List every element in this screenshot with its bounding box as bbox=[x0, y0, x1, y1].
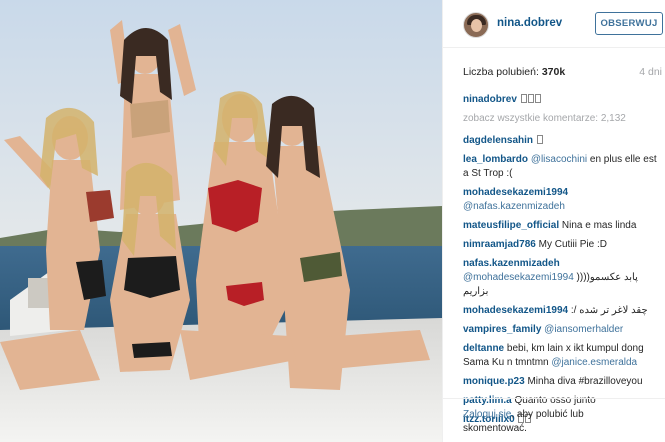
comment-username[interactable]: mohadesekazemi1994 bbox=[463, 187, 568, 198]
comment-username[interactable]: lea_lombardo bbox=[463, 154, 528, 165]
comment-username[interactable]: nimraamjad786 bbox=[463, 239, 536, 250]
comment-mention[interactable]: @nafas.kazenmizadeh bbox=[463, 201, 565, 212]
comment-username[interactable]: deltanne bbox=[463, 343, 504, 354]
avatar[interactable] bbox=[463, 12, 489, 38]
comment-text: Nina e mas linda bbox=[561, 220, 637, 231]
photo-image bbox=[0, 0, 442, 442]
comment-item: nafas.kazenmizadeh @mohadesekazemi1994 )… bbox=[463, 257, 661, 299]
comment-username[interactable]: monique.p23 bbox=[463, 376, 525, 387]
comment-item: vampires_family @iansomerhalder bbox=[463, 323, 661, 337]
emoji-icon bbox=[527, 94, 534, 103]
header-username[interactable]: nina.dobrev bbox=[497, 17, 562, 29]
comment-text: My Cutiii Pie :D bbox=[538, 239, 607, 250]
comment-mention[interactable]: @mohadesekazemi1994 bbox=[463, 272, 574, 283]
emoji-icon bbox=[520, 94, 527, 103]
likes-count[interactable]: Liczba polubień: 370k bbox=[463, 66, 565, 78]
emoji-icon bbox=[536, 135, 543, 144]
login-prompt: Zaloguj się, aby polubić lub skomentować… bbox=[443, 398, 665, 442]
emoji-icon bbox=[534, 94, 541, 103]
login-text: Zaloguj się, aby polubić lub skomentować… bbox=[463, 408, 643, 436]
comment-username[interactable]: mateusfilipe_official bbox=[463, 220, 559, 231]
comments-list: ninadobrev zobacz wszystkie komentarze: … bbox=[463, 93, 661, 432]
comment-username[interactable]: nafas.kazenmizadeh bbox=[463, 258, 560, 269]
comment-mention[interactable]: @lisacochini bbox=[531, 154, 587, 165]
comment-username[interactable]: dagdelensahin bbox=[463, 135, 533, 146]
login-link[interactable]: Zaloguj się bbox=[463, 409, 511, 420]
comment-mention[interactable]: @janice.esmeralda bbox=[551, 357, 637, 368]
comment-item: monique.p23 Minha diva #brazilloveyou bbox=[463, 375, 661, 389]
comment-item: deltanne bebi, km lain x ikt kumpul dong… bbox=[463, 342, 661, 370]
post-photo[interactable] bbox=[0, 0, 442, 442]
likes-number: 370k bbox=[541, 66, 566, 78]
likes-label: Liczba polubień: bbox=[463, 66, 539, 78]
comment-text: :/ چقد لاغر تر شده bbox=[570, 305, 648, 316]
comment-username[interactable]: mohadesekazemi1994 bbox=[463, 305, 568, 316]
comment-mention[interactable]: @iansomerhalder bbox=[544, 324, 623, 335]
post-sidebar: nina.dobrev OBSERWUJ Liczba polubień: 37… bbox=[442, 0, 665, 442]
comment-item: nimraamjad786 My Cutiii Pie :D bbox=[463, 238, 661, 252]
post-time[interactable]: 4 dni bbox=[639, 66, 662, 78]
post-header: nina.dobrev OBSERWUJ bbox=[443, 0, 665, 48]
avatar-face bbox=[471, 19, 482, 32]
comment-text: Minha diva #brazilloveyou bbox=[524, 376, 643, 387]
caption-username[interactable]: ninadobrev bbox=[463, 94, 517, 105]
follow-button[interactable]: OBSERWUJ bbox=[595, 12, 663, 35]
comment-username[interactable]: vampires_family bbox=[463, 324, 541, 335]
comment-item: lea_lombardo @lisacochini en plus elle e… bbox=[463, 153, 661, 181]
comment-item: mohadesekazemi1994 @nafas.kazenmizadeh bbox=[463, 186, 661, 214]
view-all-comments-link[interactable]: zobacz wszystkie komentarze: 2,132 bbox=[463, 112, 661, 126]
likes-row: Liczba polubień: 370k 4 dni bbox=[463, 66, 663, 80]
comment-item: dagdelensahin bbox=[463, 134, 661, 148]
comment-item: mohadesekazemi1994 :/ چقد لاغر تر شده bbox=[463, 304, 661, 318]
comment-item: mateusfilipe_official Nina e mas linda bbox=[463, 219, 661, 233]
caption: ninadobrev bbox=[463, 93, 661, 107]
